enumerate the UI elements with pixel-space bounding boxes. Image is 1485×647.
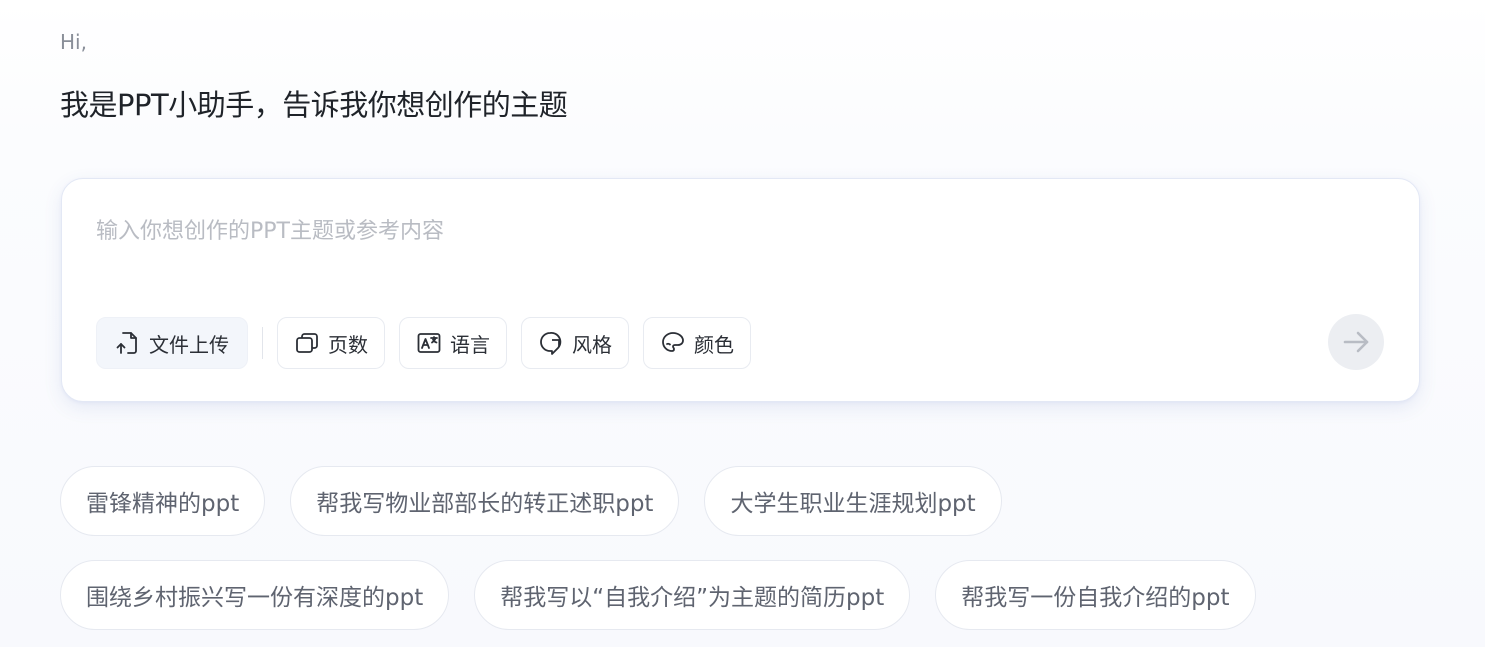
suggestion-chip[interactable]: 帮我写物业部部长的转正述职ppt [290, 466, 680, 536]
suggestion-row-2: 围绕乡村振兴写一份有深度的ppt 帮我写以“自我介绍”为主题的简历ppt 帮我写… [60, 560, 1281, 630]
file-upload-label: 文件上传 [149, 332, 229, 357]
ppt-assistant-page: Hi, 我是PPT小助手，告诉我你想创作的主题 文件上传 [0, 0, 1485, 647]
color-button[interactable]: 颜色 [643, 317, 751, 369]
toolbar-divider [262, 327, 263, 359]
page-title: 我是PPT小助手，告诉我你想创作的主题 [60, 88, 568, 122]
color-label: 颜色 [694, 332, 734, 357]
file-upload-button[interactable]: 文件上传 [96, 317, 248, 369]
suggestion-row-1: 雷锋精神的ppt 帮我写物业部部长的转正述职ppt 大学生职业生涯规划ppt [60, 466, 1027, 536]
style-button[interactable]: 风格 [521, 317, 629, 369]
topic-input[interactable] [96, 211, 1326, 251]
language-button[interactable]: 语言 [399, 317, 507, 369]
file-upload-icon [115, 330, 141, 356]
suggestion-chip[interactable]: 帮我写一份自我介绍的ppt [935, 560, 1256, 630]
send-button[interactable] [1328, 314, 1384, 370]
arrow-right-icon [1343, 331, 1369, 353]
composer-toolbar: 文件上传 页数 语言 风格 颜色 [96, 317, 765, 369]
page-count-button[interactable]: 页数 [277, 317, 385, 369]
suggestion-chip[interactable]: 帮我写以“自我介绍”为主题的简历ppt [474, 560, 911, 630]
language-label: 语言 [450, 332, 490, 357]
suggestion-chip[interactable]: 围绕乡村振兴写一份有深度的ppt [60, 560, 450, 630]
stacked-pages-icon [294, 330, 320, 356]
suggestion-chip[interactable]: 雷锋精神的ppt [60, 466, 266, 536]
prompt-composer: 文件上传 页数 [61, 178, 1420, 402]
suggestion-chip[interactable]: 大学生职业生涯规划ppt [704, 466, 1002, 536]
style-bubble-icon [538, 330, 564, 356]
greeting-text: Hi, [60, 30, 87, 54]
style-label: 风格 [572, 332, 612, 357]
translate-icon [416, 330, 442, 356]
palette-icon [660, 330, 686, 356]
page-count-label: 页数 [328, 332, 368, 357]
